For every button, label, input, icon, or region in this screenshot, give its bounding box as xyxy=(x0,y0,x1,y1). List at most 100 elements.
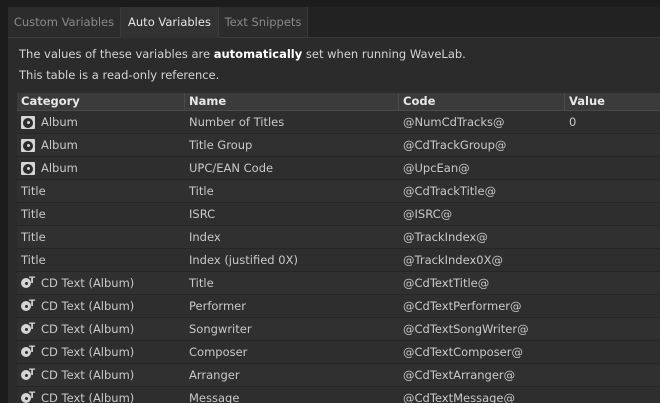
category-label: CD Text (Album) xyxy=(41,368,135,382)
cd-text-icon: T xyxy=(21,392,35,403)
auto-variables-dialog: Custom Variables Auto Variables Text Sni… xyxy=(8,7,660,403)
table-row[interactable]: T CD Text (Album) Title @CdTextTitle@ xyxy=(17,272,660,295)
category-cell: T CD Text (Album) xyxy=(17,364,183,387)
table-row[interactable]: T CD Text (Album) Composer @CdTextComposer@ xyxy=(17,341,660,364)
table-row[interactable]: T CD Text (Album) Performer @CdTextPerforme… xyxy=(17,295,660,318)
category-label: Album xyxy=(41,115,78,129)
table-row[interactable]: T CD Text (Album) Songwriter @CdTextSongWri… xyxy=(17,318,660,341)
table-row[interactable]: T CD Text (Album) Arranger @CdTextArranger@ xyxy=(17,364,660,387)
category-cell: Album xyxy=(17,134,183,157)
code-cell: @CdTextComposer@ xyxy=(403,345,523,359)
category-label: CD Text (Album) xyxy=(41,299,135,313)
table-row[interactable]: Album Title Group @CdTrackGroup@ xyxy=(17,134,660,157)
category-label: CD Text (Album) xyxy=(41,345,135,359)
column-header-name[interactable]: Name xyxy=(184,93,398,110)
value-cell xyxy=(569,318,659,341)
name-cell: Songwriter xyxy=(189,322,252,336)
table-row[interactable]: T CD Text (Album) Message @CdTextMessage@ xyxy=(17,387,660,403)
category-label: Album xyxy=(41,138,78,152)
code-cell: @NumCdTracks@ xyxy=(403,115,505,129)
code-cell: @CdTextArranger@ xyxy=(403,368,516,382)
description-line-2: This table is a read-only reference. xyxy=(19,68,220,82)
code-cell: @CdTextPerformer@ xyxy=(403,299,522,313)
category-cell: Title xyxy=(17,203,183,226)
table-row[interactable]: Album UPC/EAN Code @UpcEan@ xyxy=(17,157,660,180)
code-cell: @CdTrackGroup@ xyxy=(403,138,507,152)
code-cell: @CdTextMessage@ xyxy=(403,391,515,403)
category-cell: Title xyxy=(17,249,183,272)
description-text: set when running WaveLab. xyxy=(302,47,466,61)
column-header-code[interactable]: Code xyxy=(398,93,564,110)
tab-custom-variables[interactable]: Custom Variables xyxy=(8,7,121,37)
category-label: CD Text (Album) xyxy=(41,276,135,290)
table-header: Category Name Code Value xyxy=(17,93,660,111)
column-header-value[interactable]: Value xyxy=(564,93,660,110)
value-cell xyxy=(569,226,659,249)
value-cell: 0 xyxy=(569,115,577,129)
value-cell xyxy=(569,341,659,364)
table-row[interactable]: Title Index (justified 0X) @TrackIndex0X@ xyxy=(17,249,660,272)
category-cell: T CD Text (Album) xyxy=(17,341,183,364)
album-icon xyxy=(21,116,35,129)
cd-text-icon: T xyxy=(21,369,35,382)
table-row[interactable]: Title Title @CdTrackTitle@ xyxy=(17,180,660,203)
description-emphasis: automatically xyxy=(213,47,303,61)
value-cell xyxy=(569,364,659,387)
description-line-1: The values of these variables are automa… xyxy=(19,47,466,61)
album-icon xyxy=(21,162,35,175)
value-cell xyxy=(569,180,659,203)
name-cell: Title xyxy=(189,184,214,198)
album-icon xyxy=(21,139,35,152)
category-cell: T CD Text (Album) xyxy=(17,318,183,341)
name-cell: Message xyxy=(189,391,240,403)
code-cell: @TrackIndex0X@ xyxy=(403,253,503,267)
value-cell xyxy=(569,249,659,272)
category-cell: Album xyxy=(17,157,183,180)
name-cell: Title xyxy=(189,276,214,290)
name-cell: Performer xyxy=(189,299,246,313)
code-cell: @CdTextSongWriter@ xyxy=(403,322,529,336)
name-cell: ISRC xyxy=(189,207,216,221)
value-cell xyxy=(569,134,659,157)
category-cell: Title xyxy=(17,226,183,249)
name-cell: UPC/EAN Code xyxy=(189,161,274,175)
code-cell: @CdTextTitle@ xyxy=(403,276,490,290)
name-cell: Arranger xyxy=(189,368,240,382)
name-cell: Index (justified 0X) xyxy=(189,253,298,267)
category-cell: T CD Text (Album) xyxy=(17,272,183,295)
category-cell: Title xyxy=(17,180,183,203)
code-cell: @ISRC@ xyxy=(403,207,453,221)
category-label: Title xyxy=(21,230,46,244)
name-cell: Number of Titles xyxy=(189,115,285,129)
category-label: CD Text (Album) xyxy=(41,391,135,403)
value-cell xyxy=(569,387,659,403)
category-label: CD Text (Album) xyxy=(41,322,135,336)
name-cell: Composer xyxy=(189,345,248,359)
name-cell: Title Group xyxy=(189,138,253,152)
category-label: Title xyxy=(21,253,46,267)
category-label: Title xyxy=(21,184,46,198)
description-text: The values of these variables are xyxy=(19,47,214,61)
category-cell: T CD Text (Album) xyxy=(17,387,183,403)
tab-text-snippets[interactable]: Text Snippets xyxy=(219,7,308,37)
tab-auto-variables[interactable]: Auto Variables xyxy=(121,7,219,38)
value-cell xyxy=(569,157,659,180)
table-row[interactable]: Album Number of Titles @NumCdTracks@ 0 xyxy=(17,111,660,134)
tab-bar: Custom Variables Auto Variables Text Sni… xyxy=(8,7,660,38)
category-label: Album xyxy=(41,161,78,175)
cd-text-icon: T xyxy=(21,277,35,290)
code-cell: @CdTrackTitle@ xyxy=(403,184,497,198)
cd-text-icon: T xyxy=(21,323,35,336)
table-row[interactable]: Title ISRC @ISRC@ xyxy=(17,203,660,226)
value-cell xyxy=(569,272,659,295)
variables-table: Category Name Code Value Album Number of … xyxy=(17,93,660,403)
category-cell: Album xyxy=(17,111,183,134)
category-cell: T CD Text (Album) xyxy=(17,295,183,318)
category-label: Title xyxy=(21,207,46,221)
column-header-category[interactable]: Category xyxy=(17,93,184,110)
name-cell: Index xyxy=(189,230,221,244)
cd-text-icon: T xyxy=(21,346,35,359)
code-cell: @UpcEan@ xyxy=(403,161,470,175)
value-cell xyxy=(569,203,659,226)
table-row[interactable]: Title Index @TrackIndex@ xyxy=(17,226,660,249)
